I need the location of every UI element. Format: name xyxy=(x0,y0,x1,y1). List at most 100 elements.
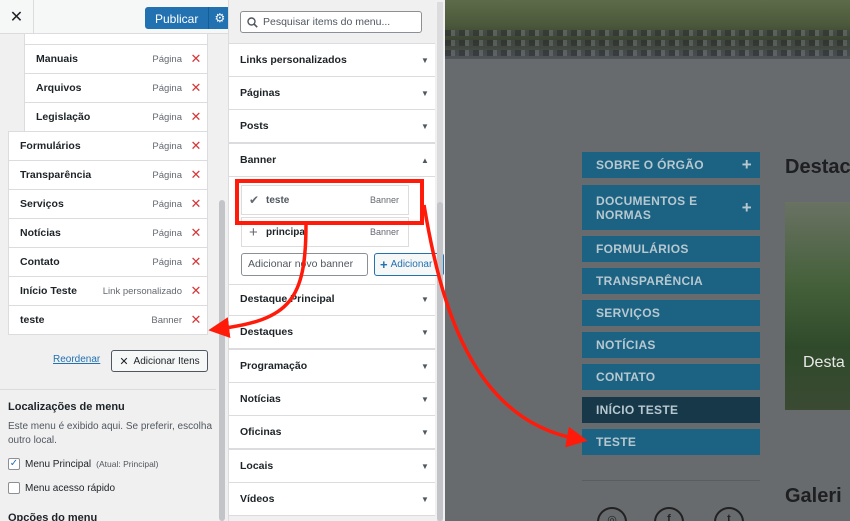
delete-icon[interactable]: ✕ xyxy=(188,283,204,299)
preview-nav-item[interactable]: NOTÍCIAS xyxy=(582,332,760,358)
close-icon[interactable]: ✕ xyxy=(0,0,34,34)
delete-icon[interactable]: ✕ xyxy=(188,312,204,328)
menu-item[interactable]: Manuais Página ✕ xyxy=(24,44,208,74)
delete-icon[interactable]: ✕ xyxy=(188,109,204,125)
location-option-quick-access[interactable]: Menu acesso rápido xyxy=(8,482,115,494)
preview-nav-item[interactable]: CONTATO xyxy=(582,364,760,390)
preview-nav-label: TRANSPARÊNCIA xyxy=(596,274,704,288)
add-items-label: Adicionar Itens xyxy=(133,355,200,367)
caret-down-icon: ▼ xyxy=(421,461,429,471)
menu-item-title: Serviços xyxy=(20,198,64,210)
section-videos[interactable]: Vídeos ▼ xyxy=(229,482,435,516)
section-locais[interactable]: Locais ▼ xyxy=(229,449,435,483)
gear-icon[interactable]: ⚙ xyxy=(208,7,228,29)
menu-item[interactable]: Início Teste Link personalizado ✕ xyxy=(8,276,208,306)
preview-nav-label: CONTATO xyxy=(596,370,656,384)
new-banner-input[interactable]: Adicionar novo banner xyxy=(241,253,368,276)
preview-nav-label: DOCUMENTOS E NORMAS xyxy=(596,193,698,222)
preview-nav-label: TESTE xyxy=(596,435,637,449)
section-posts[interactable]: Posts ▼ xyxy=(229,109,435,143)
plus-icon[interactable]: + xyxy=(742,198,752,218)
add-banner-button[interactable]: + Adicionar xyxy=(374,253,444,276)
menu-item[interactable]: Contato Página ✕ xyxy=(8,247,208,277)
add-items-panel: Pesquisar items do menu... Links persona… xyxy=(229,0,445,521)
banner-item-label: teste xyxy=(266,194,290,206)
delete-icon[interactable]: ✕ xyxy=(188,225,204,241)
section-destaque-principal[interactable]: Destaque Principal ▼ xyxy=(229,282,435,316)
section-title: Vídeos xyxy=(240,493,275,505)
menu-item[interactable]: Notícias Página ✕ xyxy=(8,218,208,248)
add-items-button[interactable]: ✕ Adicionar Itens xyxy=(111,350,208,372)
section-links-personalizados[interactable]: Links personalizados ▼ xyxy=(229,43,435,77)
menu-item-type: Página xyxy=(152,53,182,65)
preview-side-nav: SOBRE O ÓRGÃO + DOCUMENTOS E NORMAS + FORMUL… xyxy=(582,152,760,461)
preview-nav-item[interactable]: TESTE xyxy=(582,429,760,455)
reorder-link[interactable]: Reordenar xyxy=(53,354,100,365)
caret-down-icon: ▼ xyxy=(421,55,429,65)
delete-icon[interactable]: ✕ xyxy=(188,80,204,96)
preview-nav-item[interactable]: TRANSPARÊNCIA xyxy=(582,268,760,294)
preview-heading: Destac xyxy=(785,156,850,178)
scrollbar[interactable] xyxy=(219,200,225,521)
caret-down-icon: ▼ xyxy=(421,361,429,371)
section-noticias[interactable]: Notícias ▼ xyxy=(229,382,435,416)
scrollbar[interactable] xyxy=(437,202,443,521)
preview-nav-label: INÍCIO TESTE xyxy=(596,403,679,417)
menu-item-title: Legislação xyxy=(36,111,91,123)
menu-item[interactable]: Serviços Página ✕ xyxy=(8,189,208,219)
menu-item-title: Transparência xyxy=(20,169,92,181)
caret-down-icon: ▼ xyxy=(421,294,429,304)
preview-nav-item[interactable]: SOBRE O ÓRGÃO + xyxy=(582,152,760,178)
banner-item-type: Banner xyxy=(369,195,399,205)
caret-down-icon: ▼ xyxy=(421,327,429,337)
banner-item-added[interactable]: ✔ teste Banner xyxy=(241,185,409,215)
banner-item-label: principal xyxy=(266,226,308,238)
checkbox-checked[interactable]: ✓ xyxy=(8,458,20,470)
menu-item-type: Banner xyxy=(151,314,182,326)
section-title: Programação xyxy=(240,360,308,372)
delete-icon[interactable]: ✕ xyxy=(188,167,204,183)
menu-options-title: Opções do menu xyxy=(8,512,98,521)
preview-nav-label: FORMULÁRIOS xyxy=(596,242,689,256)
banner-item[interactable]: + principal Banner xyxy=(241,217,409,247)
section-paginas[interactable]: Páginas ▼ xyxy=(229,76,435,110)
menu-item[interactable]: Arquivos Página ✕ xyxy=(24,73,208,103)
menu-item[interactable]: Legislação Página ✕ xyxy=(24,102,208,132)
section-banner[interactable]: Banner ▲ xyxy=(229,143,435,177)
checkbox-unchecked[interactable] xyxy=(8,482,20,494)
search-input[interactable]: Pesquisar items do menu... xyxy=(240,11,422,33)
delete-icon[interactable]: ✕ xyxy=(188,138,204,154)
section-oficinas[interactable]: Oficinas ▼ xyxy=(229,415,435,449)
preview-nav-item[interactable]: FORMULÁRIOS xyxy=(582,236,760,262)
add-banner-label: Adicionar xyxy=(390,259,433,270)
section-title: Notícias xyxy=(240,393,281,405)
caret-down-icon: ▼ xyxy=(421,394,429,404)
twitter-icon[interactable]: t xyxy=(714,507,744,521)
preview-nav-item[interactable]: INÍCIO TESTE xyxy=(582,397,760,423)
menu-item-type: Página xyxy=(152,198,182,210)
delete-icon[interactable]: ✕ xyxy=(188,254,204,270)
facebook-icon[interactable]: f xyxy=(654,507,684,521)
menu-item-type: Página xyxy=(152,227,182,239)
caret-down-icon: ▼ xyxy=(421,88,429,98)
banner-item-type: Banner xyxy=(369,227,399,237)
preview-nav-item[interactable]: DOCUMENTOS E NORMAS + xyxy=(582,185,760,230)
delete-icon[interactable]: ✕ xyxy=(188,196,204,212)
plus-icon[interactable]: + xyxy=(742,155,752,175)
publish-button[interactable]: Publicar xyxy=(145,7,209,29)
section-destaques[interactable]: Destaques ▼ xyxy=(229,315,435,349)
publish-controls: Publicar ⚙ xyxy=(145,7,228,29)
section-title: Locais xyxy=(240,460,274,472)
delete-icon[interactable]: ✕ xyxy=(188,51,204,67)
preview-nav-item[interactable]: SERVIÇOS xyxy=(582,300,760,326)
close-icon: ✕ xyxy=(119,355,129,368)
menu-item[interactable]: Formulários Página ✕ xyxy=(8,131,208,161)
divider xyxy=(582,480,760,481)
menu-item-title: Contato xyxy=(20,256,60,268)
section-programacao[interactable]: Programação ▼ xyxy=(229,349,435,383)
menu-item[interactable]: Transparência Página ✕ xyxy=(8,160,208,190)
menu-item[interactable]: teste Banner ✕ xyxy=(8,305,208,335)
section-title: Oficinas xyxy=(240,426,282,438)
instagram-icon[interactable]: ◎ xyxy=(597,507,627,521)
location-option-primary[interactable]: ✓ Menu Principal (Atual: Principal) xyxy=(8,458,159,470)
